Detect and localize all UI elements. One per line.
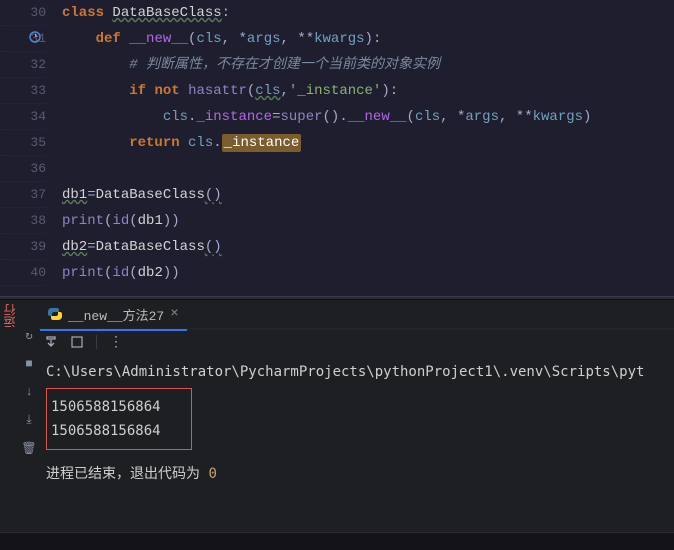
line-number: 36 (0, 156, 46, 182)
process-exit-message: 进程已结束，退出代码为 0 (46, 462, 666, 486)
panel-left-rail: 运行 (0, 300, 20, 550)
run-tab[interactable]: __new__方法27 × (38, 299, 189, 329)
output-line: 1506588156864 (51, 395, 161, 419)
code-line-34: cls._instance=super().__new__(cls, *args… (62, 104, 674, 130)
run-tab-text: __new__方法27 (68, 305, 164, 324)
step-out-icon[interactable] (44, 335, 58, 349)
run-tab-bar: __new__方法27 × (38, 300, 674, 330)
line-number: 32 (0, 52, 46, 78)
code-line-31: def __new__(cls, *args, **kwargs): (62, 26, 674, 52)
code-line-30: class DataBaseClass: (62, 0, 674, 26)
line-number: 37 (0, 182, 46, 208)
code-line-36 (62, 156, 674, 182)
code-line-35: return cls._instance (62, 130, 674, 156)
close-icon[interactable]: × (170, 306, 178, 322)
console-output[interactable]: C:\Users\Administrator\PycharmProjects\p… (38, 354, 674, 550)
line-number: 30 (0, 0, 46, 26)
run-side-toolbar: ↻ ■ ↓ ⤓ 🗑 (20, 300, 38, 550)
trash-icon[interactable]: 🗑 (21, 441, 36, 456)
console-toolbar: ⋮ (38, 330, 674, 354)
down-icon[interactable]: ↓ (25, 385, 32, 399)
code-editor[interactable]: class DataBaseClass: def __new__(cls, *a… (54, 0, 674, 296)
code-line-33: if not hasattr(cls,'_instance'): (62, 78, 674, 104)
console-command-line: C:\Users\Administrator\PycharmProjects\p… (46, 360, 666, 384)
toolbar-separator (96, 335, 97, 349)
code-line-39: db2=DataBaseClass() (62, 234, 674, 260)
python-file-icon (48, 307, 62, 321)
panel-main: __new__方法27 × ⋮ C:\Users\Administrator\P… (38, 300, 674, 550)
line-number: 38 (0, 208, 46, 234)
rerun-icon[interactable]: ↻ (25, 328, 32, 343)
line-number: 33 (0, 78, 46, 104)
line-number: 35 (0, 130, 46, 156)
code-line-32: # 判断属性，不存在才创建一个当前类的对象实例 (62, 52, 674, 78)
output-line: 1506588156864 (51, 419, 161, 443)
highlighted-output-box: 1506588156864 1506588156864 (46, 388, 192, 450)
editor-area: 30 31 32 33 34 35 36 37 38 39 40 class D… (0, 0, 674, 296)
soft-wrap-icon[interactable] (70, 335, 84, 349)
export-icon[interactable]: ⤓ (26, 413, 31, 427)
line-number: 39 (0, 234, 46, 260)
code-line-38: print(id(db1)) (62, 208, 674, 234)
stop-icon[interactable]: ■ (25, 357, 32, 371)
run-tab-label[interactable]: 运行 (2, 304, 19, 328)
override-gutter-icon[interactable] (28, 30, 42, 44)
gutter: 30 31 32 33 34 35 36 37 38 39 40 (0, 0, 54, 296)
code-line-40: print(id(db2)) (62, 260, 674, 286)
run-panel: 运行 ↻ ■ ↓ ⤓ 🗑 __new__方法27 × ⋮ (0, 300, 674, 550)
line-number: 40 (0, 260, 46, 286)
code-line-37: db1=DataBaseClass() (62, 182, 674, 208)
line-number: 34 (0, 104, 46, 130)
status-bar (0, 532, 674, 550)
more-actions-icon[interactable]: ⋮ (109, 334, 125, 351)
